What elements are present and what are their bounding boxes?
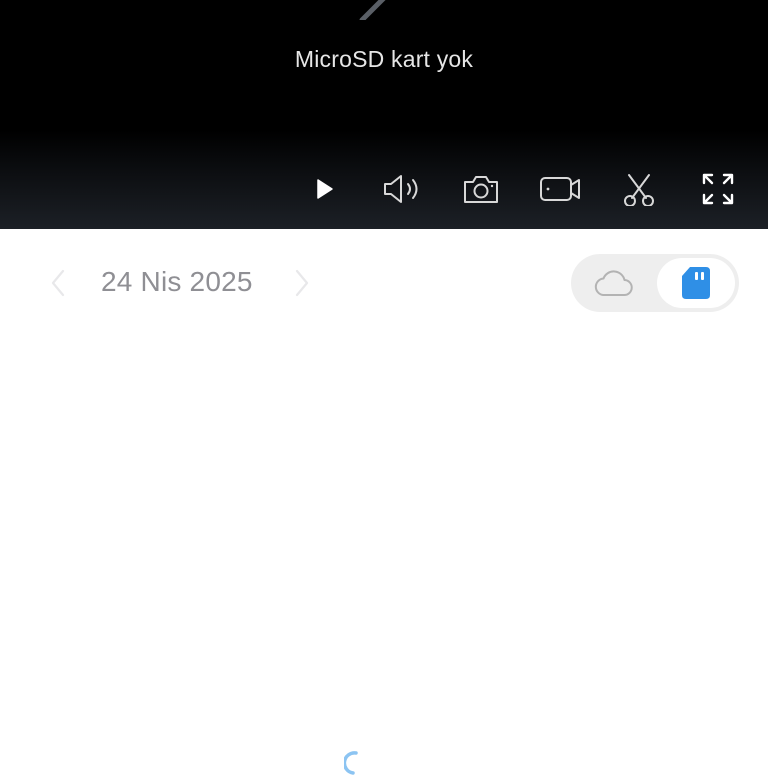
chevron-left-icon (51, 269, 65, 297)
sd-card-graphic (359, 0, 386, 20)
fullscreen-icon (702, 173, 734, 205)
scissors-icon (624, 174, 654, 206)
record-button[interactable] (537, 166, 583, 212)
video-player[interactable]: MicroSD kart yok (0, 0, 768, 229)
next-day-button[interactable] (284, 265, 320, 301)
play-icon (317, 179, 333, 199)
chevron-right-icon (295, 269, 309, 297)
screenshot-button[interactable] (458, 166, 504, 212)
player-controls (0, 166, 768, 212)
volume-icon (384, 175, 418, 203)
recordings-list-area (0, 339, 768, 775)
fullscreen-button[interactable] (695, 166, 741, 212)
camera-icon (464, 176, 498, 203)
video-record-icon (540, 177, 580, 201)
date-navigation-bar: 24 Nis 2025 (0, 229, 768, 339)
cloud-icon (594, 270, 633, 297)
sd-card-icon (682, 267, 710, 299)
cloud-storage-option[interactable] (571, 254, 655, 312)
storage-source-toggle[interactable] (571, 254, 739, 312)
clip-button[interactable] (616, 166, 662, 212)
sd-card-storage-option[interactable] (657, 258, 735, 308)
play-button[interactable] (301, 166, 347, 212)
volume-button[interactable] (379, 166, 425, 212)
loading-spinner-icon (344, 751, 358, 775)
no-sd-card-message: MicroSD kart yok (294, 46, 474, 72)
previous-day-button[interactable] (40, 265, 76, 301)
selected-date[interactable]: 24 Nis 2025 (101, 266, 253, 298)
